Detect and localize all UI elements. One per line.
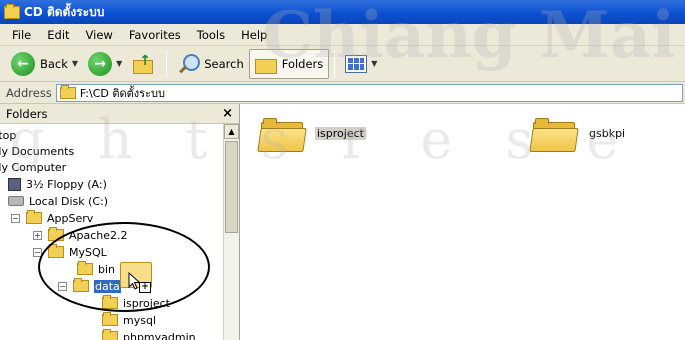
copy-plus-icon: + <box>139 282 151 293</box>
forward-arrow-icon: → <box>88 51 113 76</box>
folder-icon <box>59 84 76 99</box>
menu-tools[interactable]: Tools <box>189 28 233 42</box>
tree-item-phpmyadmin[interactable]: phpmyadmin <box>102 329 196 340</box>
folder-icon <box>257 116 307 152</box>
tree-item-label: mysql <box>123 313 156 327</box>
up-button[interactable]: ↑ <box>127 49 161 79</box>
tree-item-desktop[interactable]: ktop <box>0 127 16 143</box>
folders-icon <box>254 55 277 74</box>
scroll-up-icon[interactable]: ▲ <box>224 124 239 139</box>
views-button[interactable]: ▼ <box>340 49 382 79</box>
folders-pane-header: Folders × <box>0 104 239 124</box>
address-value: F:\CD ติดตั้งระบบ <box>79 86 165 100</box>
hard-drive-icon <box>8 196 24 206</box>
menu-help[interactable]: Help <box>233 28 275 42</box>
floppy-drive-icon <box>8 177 21 191</box>
tree-item-label: AppServ <box>47 211 94 225</box>
tree-item-label: phpmyadmin <box>123 330 196 340</box>
folder-icon <box>26 210 42 224</box>
tree-item-label: My Computer <box>0 160 67 174</box>
scrollbar-thumb[interactable] <box>225 141 238 233</box>
toolbar-separator <box>334 50 336 77</box>
menu-favorites[interactable]: Favorites <box>121 28 189 42</box>
address-label: Address <box>6 85 52 100</box>
menu-bar: File Edit View Favorites Tools Help <box>0 24 685 46</box>
folder-icon <box>102 329 118 340</box>
menu-view[interactable]: View <box>78 28 121 42</box>
vertical-scrollbar[interactable]: ▲ <box>223 124 239 340</box>
menu-file[interactable]: File <box>4 28 39 42</box>
folders-label: Folders <box>281 56 324 71</box>
folder-icon <box>4 3 20 19</box>
folder-up-icon: ↑ <box>132 53 156 75</box>
search-label: Search <box>204 56 244 71</box>
menu-edit[interactable]: Edit <box>39 28 77 42</box>
chevron-down-icon[interactable]: ▼ <box>371 59 377 68</box>
title-bar: CD ติดตั้งระบบ <box>0 0 685 24</box>
views-icon <box>345 54 368 73</box>
address-bar: Address F:\CD ติดตั้งระบบ <box>0 82 685 104</box>
tree-item-floppy[interactable]: 3½ Floppy (A:) <box>8 176 107 192</box>
content-pane: isproject gsbkpi <box>241 104 685 340</box>
folder-item-label: gsbkpi <box>589 127 626 140</box>
tree-item-local-disk[interactable]: Local Disk (C:) <box>8 193 108 209</box>
search-button[interactable]: Search <box>172 49 249 79</box>
tree-item-label: Local Disk (C:) <box>29 194 109 208</box>
folder-item-isproject[interactable]: isproject <box>257 116 366 152</box>
window-title: CD ติดตั้งระบบ <box>24 4 105 19</box>
tree-item-appserv[interactable]: − AppServ <box>11 210 93 226</box>
toolbar: ← Back ▼ → ▼ ↑ Search Folders ▼ <box>0 46 685 82</box>
tree-item-label: ktop <box>0 128 17 142</box>
close-icon[interactable]: × <box>222 106 233 121</box>
folders-pane-title: Folders <box>6 106 48 121</box>
tree-item-mysql-db[interactable]: mysql <box>102 312 156 328</box>
folders-button[interactable]: Folders <box>248 48 330 79</box>
folder-icon <box>529 116 579 152</box>
tree-item-my-computer[interactable]: My Computer <box>0 159 66 175</box>
folder-icon <box>102 312 118 326</box>
tree-item-label: My Documents <box>0 144 75 158</box>
back-arrow-icon: ← <box>11 51 35 76</box>
chevron-down-icon[interactable]: ▼ <box>116 59 122 68</box>
collapse-icon[interactable]: − <box>11 213 20 223</box>
expand-icon[interactable]: + <box>33 230 42 240</box>
forward-button[interactable]: → ▼ <box>83 49 127 79</box>
tree-item-my-documents[interactable]: My Documents <box>0 143 74 159</box>
folder-item-gsbkpi[interactable]: gsbkpi <box>529 116 627 152</box>
chevron-down-icon[interactable]: ▼ <box>72 59 78 68</box>
tree-item-label: 3½ Floppy (A:) <box>26 177 107 191</box>
address-input[interactable]: F:\CD ติดตั้งระบบ <box>55 83 683 102</box>
back-button[interactable]: ← Back ▼ <box>6 49 83 79</box>
folder-item-label: isproject <box>315 127 366 140</box>
back-label: Back <box>40 56 68 71</box>
toolbar-separator <box>166 50 168 77</box>
search-icon <box>177 53 201 75</box>
